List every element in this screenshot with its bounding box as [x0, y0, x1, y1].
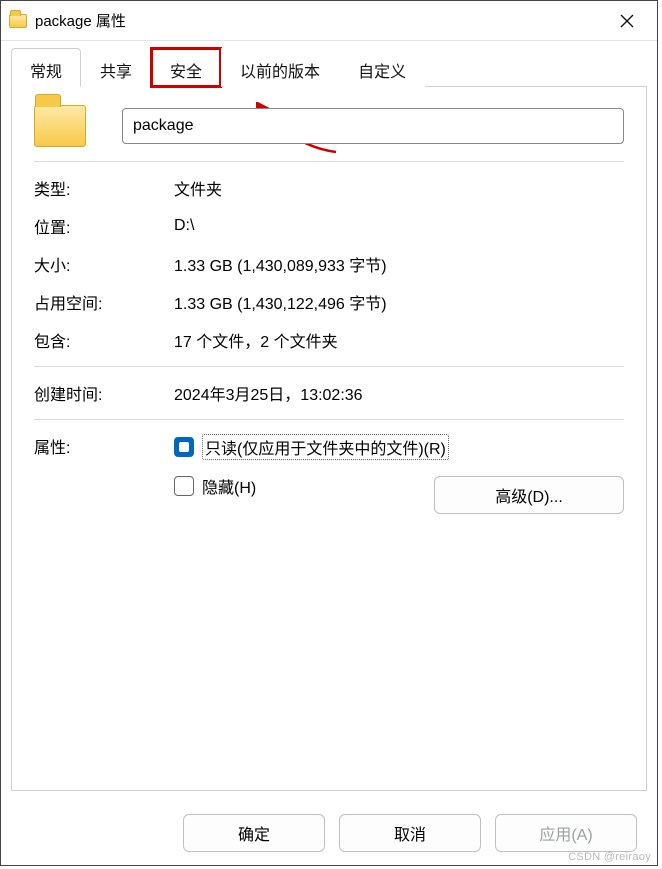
- cancel-button[interactable]: 取消: [339, 814, 481, 852]
- content-area: 常规 共享 安全 以前的版本 自定义 点击这个 类型: 文件夹: [1, 41, 657, 801]
- folder-large-icon: [34, 105, 86, 147]
- tab-bar: 常规 共享 安全 以前的版本 自定义 点击这个: [11, 47, 647, 87]
- size-on-disk-label: 占用空间:: [34, 290, 174, 314]
- close-button[interactable]: [605, 5, 649, 37]
- close-icon: [620, 14, 634, 28]
- tab-security[interactable]: 安全: [151, 48, 221, 87]
- ok-button[interactable]: 确定: [183, 814, 325, 852]
- divider: [34, 161, 624, 162]
- tab-general[interactable]: 常规: [11, 48, 81, 87]
- tab-panel-general: 类型: 文件夹 位置: D:\ 大小: 1.33 GB (1,430,089,9…: [11, 87, 647, 791]
- divider: [34, 366, 624, 367]
- tab-previous-versions[interactable]: 以前的版本: [221, 48, 339, 87]
- divider: [34, 419, 624, 420]
- dialog-footer: 确定 取消 应用(A): [1, 801, 657, 865]
- hidden-checkbox[interactable]: [174, 476, 194, 496]
- tab-sharing[interactable]: 共享: [81, 48, 151, 87]
- attributes-label: 属性:: [34, 434, 174, 498]
- contains-label: 包含:: [34, 328, 174, 352]
- contains-value: 17 个文件，2 个文件夹: [174, 328, 338, 352]
- size-on-disk-value: 1.33 GB (1,430,122,496 字节): [174, 290, 387, 314]
- properties-dialog: package 属性 常规 共享 安全 以前的版本 自定义 点击这个: [0, 0, 658, 866]
- readonly-checkbox[interactable]: [174, 437, 194, 457]
- window-title: package 属性: [35, 10, 605, 31]
- type-value: 文件夹: [174, 176, 222, 200]
- folder-name-input[interactable]: [122, 108, 624, 144]
- watermark: CSDN @reiraoy: [568, 851, 651, 863]
- created-label: 创建时间:: [34, 381, 174, 405]
- size-label: 大小:: [34, 252, 174, 276]
- created-value: 2024年3月25日，13:02:36: [174, 381, 363, 405]
- location-value: D:\: [174, 217, 194, 235]
- hidden-label: 隐藏(H): [202, 474, 256, 498]
- apply-button[interactable]: 应用(A): [495, 814, 637, 852]
- readonly-label: 只读(仅应用于文件夹中的文件)(R): [202, 434, 449, 460]
- tab-customize[interactable]: 自定义: [339, 48, 425, 87]
- location-label: 位置:: [34, 214, 174, 238]
- folder-icon: [9, 14, 27, 28]
- titlebar: package 属性: [1, 1, 657, 41]
- advanced-button[interactable]: 高级(D)...: [434, 476, 624, 514]
- size-value: 1.33 GB (1,430,089,933 字节): [174, 252, 387, 276]
- type-label: 类型:: [34, 176, 174, 200]
